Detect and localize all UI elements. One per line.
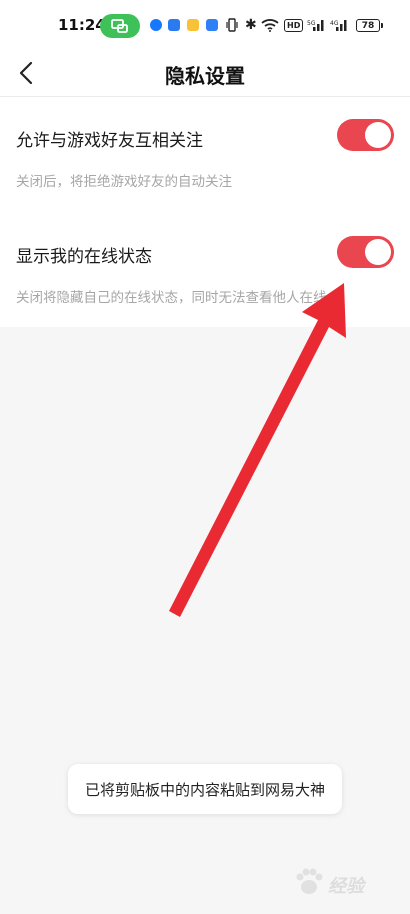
settings-panel: 允许与游戏好友互相关注 关闭后，将拒绝游戏好友的自动关注 显示我的在线状态 关闭… [0,97,410,327]
status-time: 11:24 [58,16,106,34]
follow-toggle[interactable] [337,119,394,151]
toggle-knob [365,122,391,148]
watermark-text: 经验 [328,876,364,897]
setting-label-follow: 允许与游戏好友互相关注 [16,131,203,151]
setting-desc-online-status: 关闭将隐藏自己的在线状态，同时无法查看他人在线 [16,290,327,306]
nav-bar: 隐私设置 [0,52,410,97]
status-bar: 11:24 ✱ HD 5G 4G 78 [0,0,410,52]
page-title: 隐私设置 [165,64,245,88]
paw-logo-icon [296,868,323,894]
signal-icon: 4G [330,16,348,34]
wifi-icon [261,16,279,34]
clipboard-toast: 已将剪贴板中的内容粘贴到网易大神 [68,764,342,814]
svg-text:5G: 5G [307,20,316,27]
toggle-knob [365,239,391,265]
app-notification-icon [187,19,199,31]
svg-text:4G: 4G [330,20,339,27]
app-notification-icon [206,19,218,31]
app-notification-icon [168,19,180,31]
bluetooth-icon: ✱ [245,17,257,33]
watermark: 经验 [290,862,410,902]
signal-icon: 5G [307,16,325,34]
online-status-toggle[interactable] [337,236,394,268]
setting-label-online-status: 显示我的在线状态 [16,247,152,267]
setting-desc-follow: 关闭后，将拒绝游戏好友的自动关注 [16,174,232,190]
screen-cast-icon [111,19,128,33]
battery-icon: 78 [356,19,380,32]
battery-tip [381,23,383,28]
vibrate-icon [226,16,238,34]
hd-icon: HD [284,16,304,34]
screen-cast-pill[interactable] [100,14,140,38]
app-notification-icon [150,19,162,31]
